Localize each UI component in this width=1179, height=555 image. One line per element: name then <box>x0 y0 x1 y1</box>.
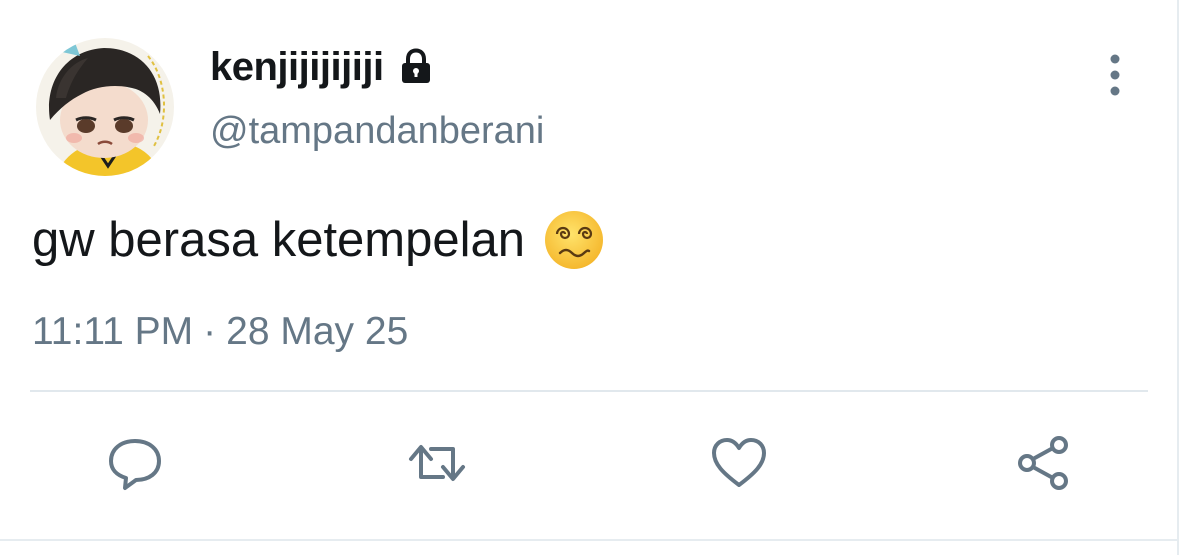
retweet-icon <box>409 445 465 481</box>
share-icon <box>1018 436 1068 490</box>
divider <box>30 390 1148 392</box>
timestamp: 11:11 PM · 28 May 25 <box>32 310 408 354</box>
tweet-time: 11:11 PM <box>32 310 194 353</box>
like-button[interactable] <box>708 432 770 494</box>
avatar[interactable] <box>36 38 174 176</box>
tweet-detail: kenjijijijiji @tampandanberani gw berasa… <box>0 0 1179 555</box>
user-handle[interactable]: @tampandanberani <box>210 110 544 153</box>
like-icon <box>712 438 766 487</box>
share-button[interactable] <box>1012 432 1074 494</box>
tweet-body: gw berasa ketempelan <box>32 205 605 275</box>
reply-button[interactable] <box>104 432 166 494</box>
display-name[interactable]: kenjijijijiji <box>210 45 384 90</box>
tweet-date: 28 May 25 <box>226 310 409 353</box>
retweet-button[interactable] <box>406 432 468 494</box>
lock-icon <box>396 47 436 87</box>
bottom-border <box>0 539 1179 541</box>
dizzy-face-icon <box>543 209 605 271</box>
timestamp-separator: · <box>203 310 217 353</box>
avatar-image <box>36 38 174 176</box>
tweet-text: gw berasa ketempelan <box>32 213 526 267</box>
display-name-row: kenjijijijiji <box>210 42 436 92</box>
more-vertical-icon[interactable] <box>1100 52 1130 98</box>
reply-icon <box>109 439 161 490</box>
